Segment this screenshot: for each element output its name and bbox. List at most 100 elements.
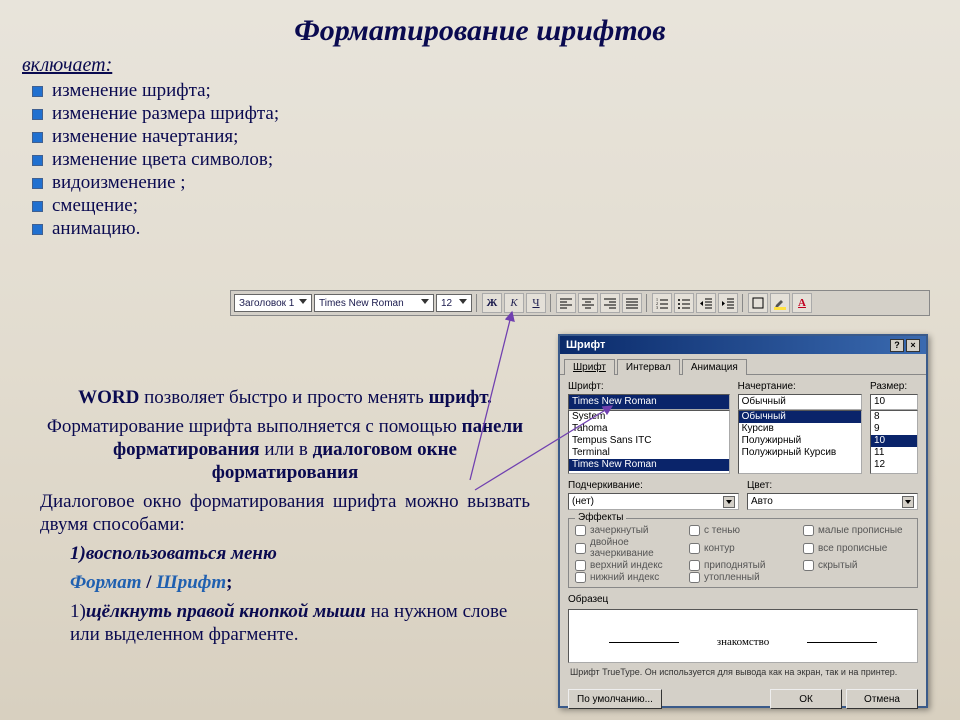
size-label: Размер: (870, 381, 918, 392)
effect-checkbox[interactable]: все прописные (803, 537, 911, 559)
list-item[interactable]: Полужирный Курсив (739, 447, 861, 459)
effect-checkbox[interactable]: контур (689, 537, 797, 559)
separator (476, 294, 478, 312)
dialog-tabs: Шрифт Интервал Анимация (560, 354, 926, 375)
ok-button[interactable]: ОК (770, 689, 842, 709)
decrease-indent-button[interactable] (696, 293, 716, 313)
font-label: Шрифт: (568, 381, 730, 392)
align-right-button[interactable] (600, 293, 620, 313)
list-item: смещение; (32, 194, 938, 217)
style-selector[interactable]: Заголовок 1 (234, 294, 312, 312)
body-para-3: Диалоговое окно форматирования шрифта мо… (40, 490, 530, 536)
size-listbox[interactable]: 8 9 10 11 12 (870, 410, 918, 474)
list-item[interactable]: Полужирный (739, 435, 861, 447)
bold-button[interactable]: Ж (482, 293, 502, 313)
italic-button[interactable]: К (504, 293, 524, 313)
size-selector[interactable]: 12 (436, 294, 472, 312)
effect-checkbox[interactable]: приподнятый (689, 560, 797, 571)
list-item[interactable]: Tahoma (569, 423, 729, 435)
underline-combo[interactable]: (нет) (568, 493, 739, 510)
separator (742, 294, 744, 312)
dialog-title: Шрифт (566, 339, 605, 351)
list-item[interactable]: Terminal (569, 447, 729, 459)
list-item[interactable]: System (569, 411, 729, 423)
list-item[interactable]: Tempus Sans ITC (569, 435, 729, 447)
style-input[interactable]: Обычный (738, 394, 862, 410)
word-label: WORD (78, 387, 139, 408)
effect-checkbox[interactable]: верхний индекс (575, 560, 683, 571)
list-item: анимацию. (32, 217, 938, 240)
chevron-down-icon (902, 496, 914, 508)
numbered-list-button[interactable]: 123 (652, 293, 672, 313)
effects-legend: Эффекты (575, 512, 626, 523)
svg-text:3: 3 (656, 305, 658, 310)
help-button[interactable]: ? (890, 339, 904, 352)
chevron-down-icon (723, 496, 735, 508)
includes-label: включает: (22, 54, 938, 77)
tab-animation[interactable]: Анимация (682, 359, 747, 375)
dialog-titlebar: Шрифт ? × (560, 336, 926, 354)
effect-checkbox[interactable]: зачеркнутый (575, 525, 683, 536)
list-item[interactable]: 11 (871, 447, 917, 459)
chevron-down-icon (459, 299, 467, 307)
body-step-2: 1)щёлкнуть правой кнопкой мыши на нужном… (40, 600, 530, 646)
dialog-hint: Шрифт TrueType. Он используется для выво… (568, 667, 918, 677)
list-item[interactable]: Times New Roman (569, 459, 729, 471)
effect-checkbox[interactable]: скрытый (803, 560, 911, 571)
sample-preview: знакомство (568, 609, 918, 663)
sample-label: Образец (568, 594, 918, 605)
font-color-button[interactable]: А (792, 293, 812, 313)
tab-interval[interactable]: Интервал (617, 359, 680, 375)
font-input[interactable]: Times New Roman (568, 394, 730, 410)
style-listbox[interactable]: Обычный Курсив Полужирный Полужирный Кур… (738, 410, 862, 474)
style-label: Начертание: (738, 381, 862, 392)
borders-button[interactable] (748, 293, 768, 313)
chevron-down-icon (421, 299, 429, 307)
color-combo[interactable]: Авто (747, 493, 918, 510)
bulleted-list-button[interactable] (674, 293, 694, 313)
effect-checkbox[interactable]: малые прописные (803, 525, 911, 536)
size-input[interactable]: 10 (870, 394, 918, 410)
align-center-button[interactable] (578, 293, 598, 313)
bullet-list: изменение шрифта; изменение размера шриф… (32, 79, 938, 240)
effect-checkbox[interactable]: двойное зачеркивание (575, 537, 683, 559)
list-item: изменение размера шрифта; (32, 102, 938, 125)
list-item[interactable]: Обычный (739, 411, 861, 423)
cancel-button[interactable]: Отмена (846, 689, 918, 709)
increase-indent-button[interactable] (718, 293, 738, 313)
list-item: видоизменение ; (32, 171, 938, 194)
close-button[interactable]: × (906, 339, 920, 352)
page-title: Форматирование шрифтов (0, 0, 960, 48)
effects-group: Эффекты зачеркнутый с тенью малые пропис… (568, 518, 918, 588)
effect-checkbox[interactable]: с тенью (689, 525, 797, 536)
list-item: изменение шрифта; (32, 79, 938, 102)
color-label: Цвет: (747, 480, 918, 491)
highlight-button[interactable] (770, 293, 790, 313)
menu-path: Формат / Шрифт; (40, 571, 530, 594)
body-step-1: 1)воспользоваться меню (40, 542, 530, 565)
formatting-toolbar: Заголовок 1 Times New Roman 12 Ж К Ч 123… (230, 290, 930, 316)
default-button[interactable]: По умолчанию... (568, 689, 662, 709)
content: включает: изменение шрифта; изменение ра… (0, 48, 960, 240)
effect-checkbox[interactable]: утопленный (689, 572, 797, 583)
font-dialog: Шрифт ? × Шрифт Интервал Анимация Шрифт:… (558, 334, 928, 708)
list-item: изменение цвета символов; (32, 148, 938, 171)
body-text: WORD позволяет быстро и просто менять шр… (40, 380, 530, 652)
list-item: изменение начертания; (32, 125, 938, 148)
font-listbox[interactable]: System Tahoma Tempus Sans ITC Terminal T… (568, 410, 730, 474)
list-item[interactable]: 8 (871, 411, 917, 423)
list-item[interactable]: Курсив (739, 423, 861, 435)
chevron-down-icon (299, 299, 307, 307)
list-item[interactable]: 12 (871, 459, 917, 471)
effect-checkbox[interactable]: нижний индекс (575, 572, 683, 583)
font-selector[interactable]: Times New Roman (314, 294, 434, 312)
list-item[interactable]: 10 (871, 435, 917, 447)
separator (550, 294, 552, 312)
justify-button[interactable] (622, 293, 642, 313)
separator (646, 294, 648, 312)
list-item[interactable]: 9 (871, 423, 917, 435)
align-left-button[interactable] (556, 293, 576, 313)
underline-label: Подчеркивание: (568, 480, 739, 491)
underline-button[interactable]: Ч (526, 293, 546, 313)
tab-font[interactable]: Шрифт (564, 359, 615, 375)
